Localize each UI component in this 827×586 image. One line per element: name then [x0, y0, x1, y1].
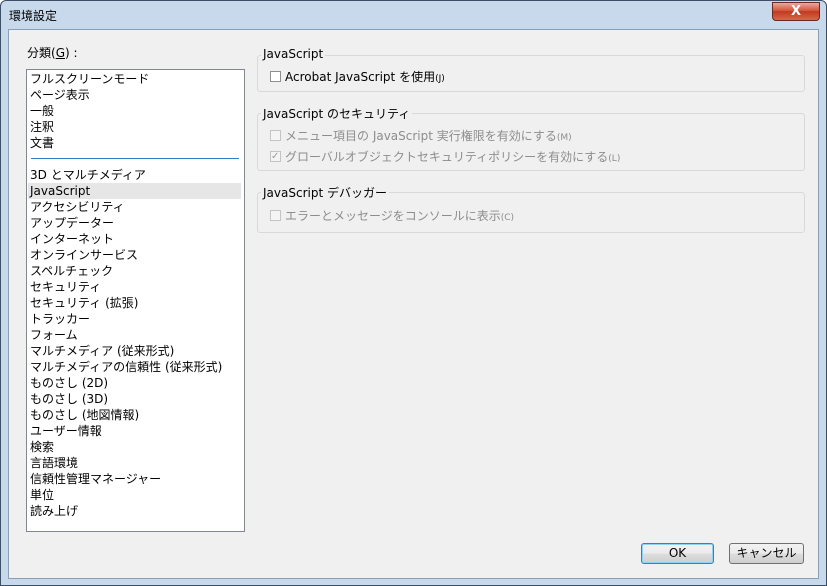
category-item[interactable]: マルチメディアの信頼性 (従来形式)	[30, 359, 222, 375]
category-item[interactable]: ページ表示	[30, 87, 90, 103]
category-item[interactable]: 検索	[30, 439, 54, 455]
categories-list[interactable]: フルスクリーンモード ページ表示 一般 注釈 文書 3D とマルチメディア Ja…	[26, 69, 245, 532]
javascript-group-title: JavaScript	[261, 47, 326, 61]
global-policy-accel: (L)	[608, 154, 621, 164]
console-accel: (C)	[500, 213, 515, 223]
menu-exec-option[interactable]: メニュー項目の JavaScript 実行権限を有効にする(M)	[270, 128, 572, 144]
category-item[interactable]: 言語環境	[30, 455, 78, 471]
enable-javascript-option[interactable]: Acrobat JavaScript を使用(J)	[270, 69, 445, 85]
category-item[interactable]: マルチメディア (従来形式)	[30, 343, 174, 359]
title-bar[interactable]: 環境設定 X	[1, 1, 826, 28]
category-item[interactable]: セキュリティ (拡張)	[30, 295, 138, 311]
category-item[interactable]: フォーム	[30, 327, 78, 343]
menu-exec-checkbox[interactable]	[270, 130, 281, 141]
category-item[interactable]: アップデーター	[30, 215, 114, 231]
category-item[interactable]: オンラインサービス	[30, 247, 138, 263]
cancel-button[interactable]: キャンセル	[729, 543, 804, 564]
category-item[interactable]: トラッカー	[30, 311, 90, 327]
category-item[interactable]: ユーザー情報	[30, 423, 102, 439]
category-item[interactable]: 文書	[30, 135, 54, 151]
enable-javascript-label: Acrobat JavaScript を使用	[285, 70, 436, 84]
debugger-group-title: JavaScript デバッガー	[261, 184, 389, 201]
category-item[interactable]: 読み上げ	[30, 503, 78, 519]
global-policy-checkbox[interactable]	[270, 149, 281, 165]
list-divider	[31, 158, 239, 159]
category-item-selected[interactable]: JavaScript	[28, 183, 241, 199]
close-button[interactable]: X	[772, 2, 820, 21]
window-title: 環境設定	[9, 9, 58, 23]
category-item[interactable]: ものさし (3D)	[30, 391, 108, 407]
category-item[interactable]: 注釈	[30, 119, 54, 135]
menu-exec-accel: (M)	[556, 133, 572, 143]
global-policy-label: グローバルオブジェクトセキュリティポリシーを有効にする	[285, 150, 609, 164]
enable-javascript-checkbox[interactable]	[270, 71, 281, 82]
categories-label: 分類(G) :	[27, 46, 78, 60]
categories-accel-key: G	[55, 46, 66, 60]
ok-button[interactable]: OK	[641, 543, 714, 564]
enable-javascript-accel: (J)	[435, 74, 445, 84]
security-group-title: JavaScript のセキュリティ	[261, 105, 413, 122]
category-item[interactable]: 信頼性管理マネージャー	[30, 471, 161, 487]
console-checkbox[interactable]	[270, 210, 281, 221]
category-item[interactable]: 単位	[30, 487, 54, 503]
category-item[interactable]: ものさし (2D)	[30, 375, 108, 391]
category-item[interactable]: 一般	[30, 103, 54, 119]
category-item[interactable]: ものさし (地図情報)	[30, 407, 139, 423]
category-item[interactable]: 3D とマルチメディア	[30, 167, 146, 183]
categories-label-text: 分類	[27, 46, 52, 60]
categories-label-suffix: :	[69, 46, 78, 60]
console-label: エラーとメッセージをコンソールに表示	[285, 209, 501, 223]
console-option[interactable]: エラーとメッセージをコンソールに表示(C)	[270, 208, 514, 224]
category-item[interactable]: アクセシビリティ	[30, 199, 125, 215]
menu-exec-label: メニュー項目の JavaScript 実行権限を有効にする	[285, 129, 557, 143]
category-item[interactable]: インターネット	[30, 231, 114, 247]
category-item[interactable]: セキュリティ	[30, 279, 101, 295]
preferences-dialog: 環境設定 X 分類(G) : フルスクリーンモード ページ表示 一般 注釈 文書…	[0, 0, 827, 586]
category-item[interactable]: フルスクリーンモード	[30, 71, 149, 87]
category-item[interactable]: スペルチェック	[30, 263, 113, 279]
dialog-content: 分類(G) : フルスクリーンモード ページ表示 一般 注釈 文書 3D とマル…	[8, 29, 819, 579]
global-policy-option[interactable]: グローバルオブジェクトセキュリティポリシーを有効にする(L)	[270, 149, 620, 165]
